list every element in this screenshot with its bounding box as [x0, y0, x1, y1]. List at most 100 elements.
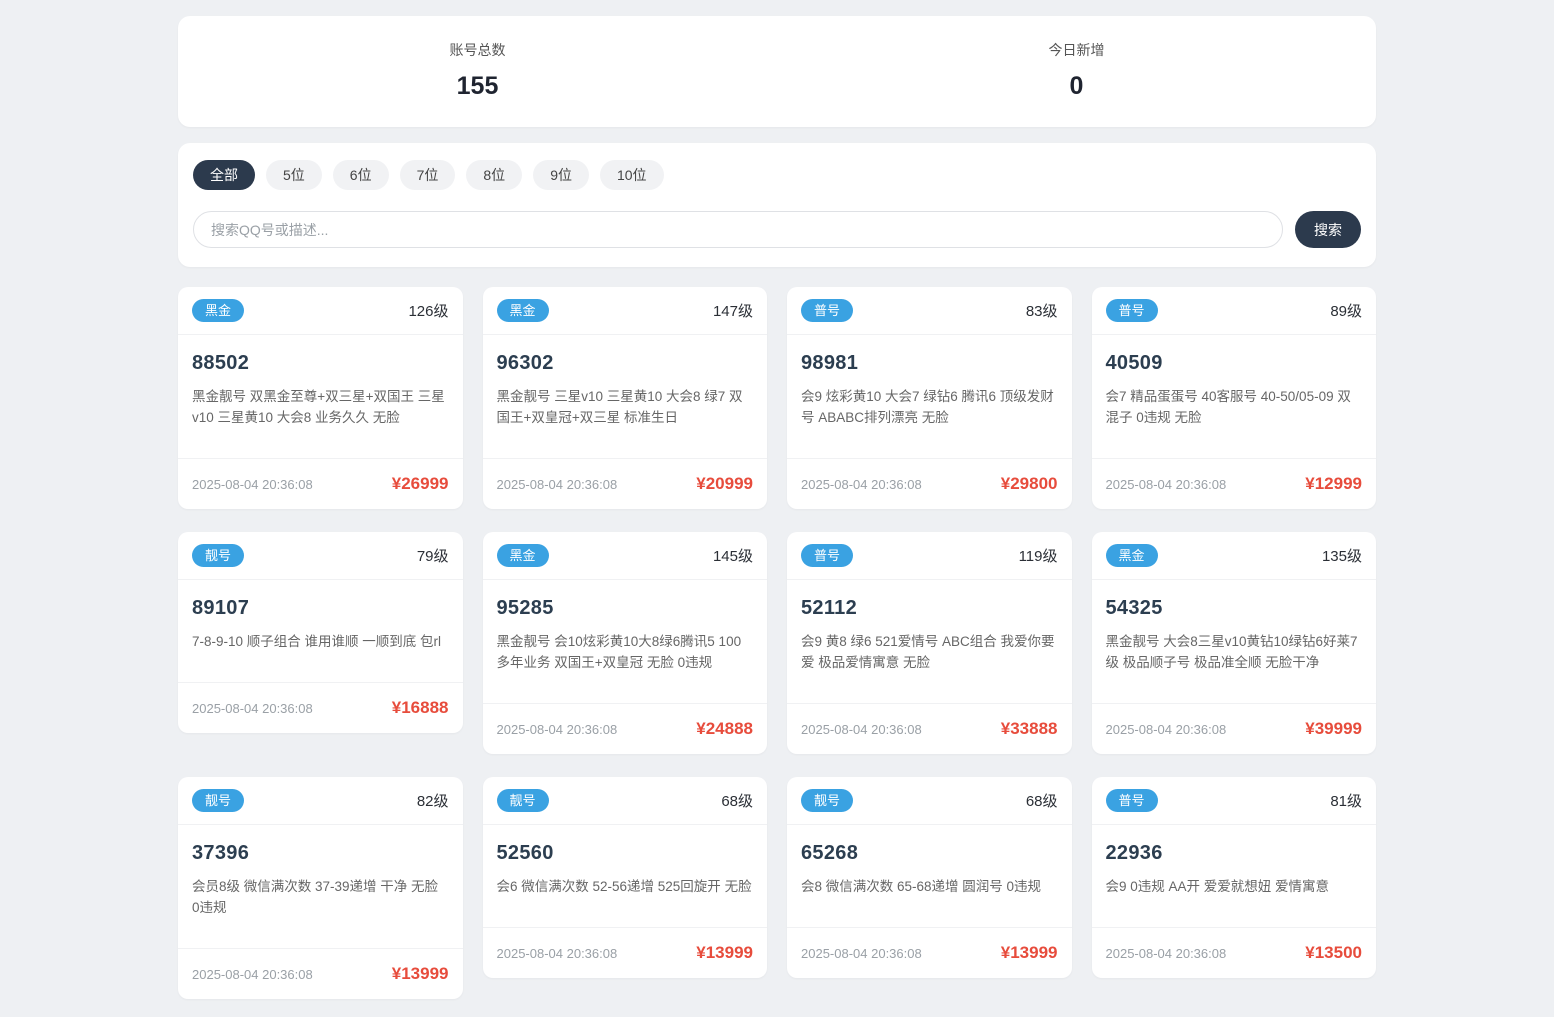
listing-date: 2025-08-04 20:36:08	[496, 945, 618, 961]
account-card[interactable]: 黑金 147级 96302 黑金靓号 三星v10 三星黄10 大会8 绿7 双国…	[482, 287, 767, 509]
filter-tab[interactable]: 全部	[193, 160, 255, 190]
stats-card: 账号总数 155 今日新增 0	[178, 16, 1376, 127]
account-description: 会员8级 微信满次数 37-39递增 干净 无脸 0违规	[192, 879, 439, 915]
account-level: 83级	[1025, 303, 1058, 320]
account-card[interactable]: 靓号 82级 37396 会员8级 微信满次数 37-39递增 干净 无脸 0违…	[178, 777, 463, 999]
stat-today-new: 今日新增 0	[777, 40, 1376, 101]
account-card-body: 54325 黑金靓号 大会8三星v10黄钻10绿钻6好莱7级 极品顺子号 极品准…	[1092, 580, 1377, 703]
search-input[interactable]	[193, 211, 1283, 248]
listing-date: 2025-08-04 20:36:08	[1105, 945, 1227, 961]
account-level: 119级	[1018, 548, 1058, 565]
account-level: 81级	[1330, 793, 1362, 810]
listing-price: ¥33888	[1000, 719, 1058, 738]
search-button[interactable]: 搜索	[1295, 211, 1361, 248]
account-card-footer: 2025-08-04 20:36:08 ¥12999	[1091, 458, 1376, 509]
listing-price: ¥29800	[1000, 474, 1058, 493]
account-level: 147级	[712, 303, 753, 320]
account-type-badge: 黑金	[496, 544, 549, 567]
filter-tab[interactable]: 6位	[332, 160, 389, 190]
listing-price: ¥39999	[1305, 719, 1362, 738]
account-type-badge: 普号	[801, 299, 854, 322]
account-type-badge: 靓号	[192, 789, 245, 812]
filter-tab[interactable]: 7位	[399, 160, 456, 190]
listing-price: ¥20999	[696, 474, 753, 493]
account-card-footer: 2025-08-04 20:36:08 ¥29800	[787, 458, 1072, 509]
account-type-badge: 黑金	[1105, 544, 1158, 567]
account-card[interactable]: 靓号 68级 52560 会6 微信满次数 52-56递增 525回旋开 无脸 …	[482, 777, 768, 978]
listing-date: 2025-08-04 20:36:08	[192, 700, 313, 716]
filter-tab-label: 全部	[210, 167, 238, 183]
listing-price: ¥24888	[696, 719, 753, 738]
listing-date: 2025-08-04 20:36:08	[801, 945, 922, 961]
account-card-body: 98981 会9 炫彩黄10 大会7 绿钻6 腾讯6 顶级发财号 ABABC排列…	[787, 335, 1072, 458]
account-type-badge: 靓号	[801, 789, 854, 812]
account-card-body: 37396 会员8级 微信满次数 37-39递增 干净 无脸 0违规	[178, 825, 463, 948]
account-card-header: 靓号 79级	[178, 532, 463, 580]
listing-date: 2025-08-04 20:36:08	[496, 476, 618, 492]
filter-tab-label: 8位	[483, 167, 506, 183]
qq-number: 96302	[496, 352, 554, 374]
account-description: 会9 炫彩黄10 大会7 绿钻6 腾讯6 顶级发财号 ABABC排列漂亮 无脸	[801, 389, 1054, 425]
qq-number: 40509	[1105, 352, 1163, 374]
qq-number: 88502	[192, 352, 250, 374]
account-card[interactable]: 普号 89级 40509 会7 精品蛋蛋号 40客服号 40-50/05-09 …	[1091, 287, 1376, 509]
stat-total-value: 155	[456, 72, 499, 100]
account-card[interactable]: 黑金 126级 88502 黑金靓号 双黑金至尊+双三星+双国王 三星v10 三…	[178, 287, 463, 509]
account-type-badge: 普号	[801, 544, 854, 567]
account-card[interactable]: 普号 119级 52112 会9 黄8 绿6 521爱情号 ABC组合 我爱你要…	[787, 532, 1072, 754]
account-card[interactable]: 普号 81级 22936 会9 0违规 AA开 爱爱就想妞 爱情寓意 2025-…	[1091, 777, 1376, 978]
filter-tab[interactable]: 5位	[266, 160, 322, 190]
filter-tab-label: 9位	[550, 167, 572, 183]
account-level: 82级	[416, 793, 449, 810]
listing-date: 2025-08-04 20:36:08	[1105, 721, 1227, 737]
qq-number: 52112	[801, 597, 858, 619]
account-card-footer: 2025-08-04 20:36:08 ¥26999	[178, 458, 463, 509]
qq-number: 98981	[801, 352, 859, 374]
listing-price: ¥26999	[391, 474, 449, 493]
listing-date: 2025-08-04 20:36:08	[801, 476, 922, 492]
stat-total-label: 账号总数	[449, 42, 506, 58]
account-card[interactable]: 靓号 68级 65268 会8 微信满次数 65-68递增 圆润号 0违规 20…	[787, 777, 1072, 978]
account-card-footer: 2025-08-04 20:36:08 ¥33888	[787, 703, 1072, 754]
account-type-badge: 靓号	[192, 544, 245, 567]
qq-number: 54325	[1105, 597, 1163, 619]
account-card-header: 普号 89级	[1091, 287, 1376, 335]
account-card-header: 普号 81级	[1091, 777, 1376, 825]
listing-price: ¥13500	[1305, 943, 1362, 962]
filter-card: 全部 5位 6位 7位 8位 9位 10位 搜索	[178, 143, 1376, 267]
filter-tab-label: 6位	[349, 167, 372, 183]
account-type-badge: 靓号	[496, 789, 549, 812]
account-card[interactable]: 靓号 79级 89107 7-8-9-10 顺子组合 谁用谁顺 一顺到底 包rl…	[178, 532, 463, 733]
account-card-header: 靓号 68级	[787, 777, 1072, 825]
account-card[interactable]: 黑金 135级 54325 黑金靓号 大会8三星v10黄钻10绿钻6好莱7级 极…	[1091, 532, 1377, 754]
account-card-header: 黑金 145级	[482, 532, 767, 580]
stat-today-label: 今日新增	[1048, 42, 1105, 58]
account-level: 68级	[1025, 793, 1058, 810]
account-description: 会8 微信满次数 65-68递增 圆润号 0违规	[801, 879, 1042, 894]
filter-tab[interactable]: 10位	[599, 160, 664, 190]
qq-number: 52560	[496, 842, 554, 864]
account-level: 126级	[408, 303, 449, 320]
listing-date: 2025-08-04 20:36:08	[1105, 476, 1227, 492]
filter-tab-label: 5位	[283, 167, 305, 183]
account-card-body: 52560 会6 微信满次数 52-56递增 525回旋开 无脸	[483, 825, 768, 927]
qq-number: 22936	[1105, 842, 1163, 864]
filter-tab[interactable]: 9位	[533, 160, 589, 190]
qq-number: 37396	[192, 842, 250, 864]
filter-tab-label: 10位	[616, 167, 647, 183]
account-level: 145级	[712, 548, 753, 565]
stat-total-accounts: 账号总数 155	[178, 40, 777, 101]
listing-price: ¥13999	[391, 964, 449, 983]
account-card-body: 95285 黑金靓号 会10炫彩黄10大8绿6腾讯5 100多年业务 双国王+双…	[483, 580, 768, 703]
account-card-header: 普号 83级	[787, 287, 1072, 335]
account-card[interactable]: 黑金 145级 95285 黑金靓号 会10炫彩黄10大8绿6腾讯5 100多年…	[482, 532, 768, 754]
filter-tab[interactable]: 8位	[466, 160, 523, 190]
listing-date: 2025-08-04 20:36:08	[496, 721, 618, 737]
account-card[interactable]: 普号 83级 98981 会9 炫彩黄10 大会7 绿钻6 腾讯6 顶级发财号 …	[787, 287, 1072, 509]
account-card-body: 89107 7-8-9-10 顺子组合 谁用谁顺 一顺到底 包rl	[178, 580, 463, 682]
account-description: 7-8-9-10 顺子组合 谁用谁顺 一顺到底 包rl	[192, 634, 442, 649]
account-cards-grid: 黑金 126级 88502 黑金靓号 双黑金至尊+双三星+双国王 三星v10 三…	[178, 287, 1376, 999]
listing-date: 2025-08-04 20:36:08	[192, 476, 313, 492]
page-container: 账号总数 155 今日新增 0 全部 5位 6位 7位 8位 9位 10位 搜索…	[178, 0, 1376, 1017]
account-card-body: 65268 会8 微信满次数 65-68递增 圆润号 0违规	[787, 825, 1072, 927]
